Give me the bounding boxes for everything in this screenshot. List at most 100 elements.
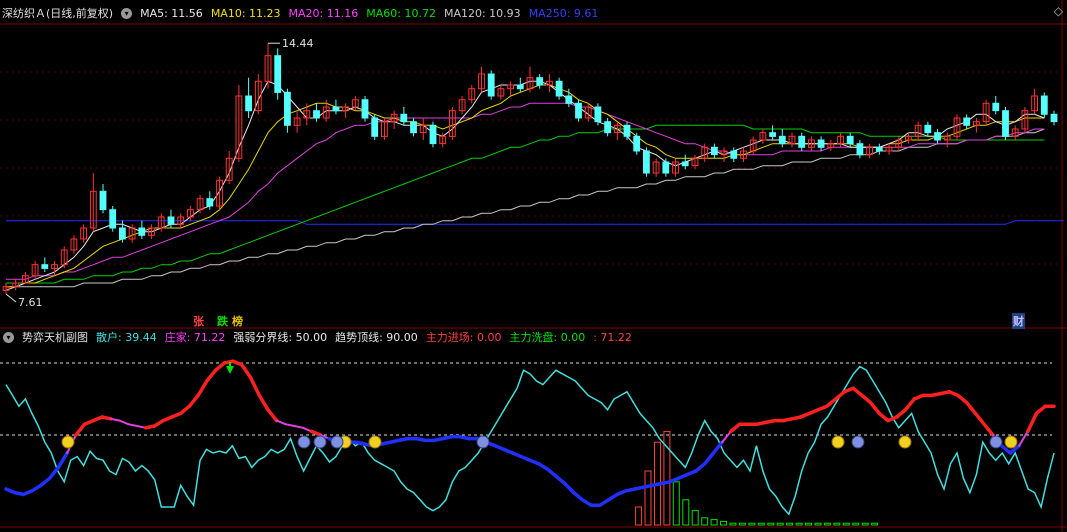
smile-icon — [1004, 435, 1018, 449]
main-chart-title: 深纺织Ａ(日线,前复权) — [2, 7, 114, 20]
indicator-bar — [738, 522, 746, 526]
candle-body — [711, 146, 718, 156]
event-tag-bang[interactable]: 榜 — [231, 313, 244, 329]
indicator-bar — [823, 522, 831, 526]
indicator-bar — [842, 522, 850, 526]
indicator-bar — [729, 522, 737, 526]
indicator-bar — [720, 520, 727, 526]
dealer-line-segment — [1026, 411, 1039, 434]
indicator-topline: 趋势顶线: 90.00 — [335, 331, 418, 344]
dealer-line-segment — [74, 422, 87, 437]
event-tag-cai[interactable]: 财 — [1012, 313, 1025, 329]
candle-body — [1040, 95, 1048, 115]
candle-body — [633, 135, 641, 152]
restore-icon[interactable]: ◇ — [1054, 4, 1063, 18]
frown-icon — [297, 435, 311, 449]
candle-body — [371, 117, 379, 137]
candle-body — [604, 121, 612, 134]
candle-body — [536, 77, 544, 86]
candle-body — [555, 80, 563, 97]
dealer-line-segment — [109, 417, 121, 422]
frown-icon — [851, 435, 865, 449]
dealer-line-segment — [100, 415, 113, 421]
candle-body — [565, 95, 573, 104]
candle-body — [400, 113, 408, 123]
candle-body — [730, 150, 738, 159]
smile-icon — [831, 435, 845, 449]
retail-line — [5, 365, 1055, 516]
dealer-line-segment — [47, 465, 61, 480]
indicator-bar — [852, 522, 860, 526]
dealer-line-segment — [293, 425, 304, 429]
candle-body — [1050, 113, 1058, 123]
frown-icon — [989, 435, 1003, 449]
indicator-washout: 主力洗盘: 0.00 — [509, 331, 586, 344]
candle-body — [778, 135, 786, 145]
ma20-line — [6, 102, 1045, 280]
frown-icon — [476, 435, 490, 449]
indicator-bar — [861, 522, 869, 526]
dealer-line-segment — [56, 451, 69, 470]
indicator-bar — [644, 470, 652, 526]
candle-body — [681, 161, 689, 167]
event-tag-zhang[interactable]: 张 — [192, 313, 205, 329]
ma60-label: MA60: 10.72 — [366, 6, 436, 20]
candle-body — [99, 190, 107, 211]
smile-icon — [898, 435, 912, 449]
candle-body — [332, 106, 340, 112]
candle-body — [594, 106, 602, 123]
frown-icon — [330, 435, 344, 449]
candle-body — [245, 95, 252, 112]
candle-body — [769, 132, 777, 137]
candle-body — [623, 124, 631, 137]
dealer-line-segment — [563, 481, 576, 495]
candle-body — [643, 150, 650, 174]
chevron-down-icon[interactable]: ▾ — [121, 7, 133, 19]
panel-controls: ◇ — [1054, 4, 1063, 18]
candle-body — [817, 139, 825, 148]
indicator-midline: 强弱分界线: 50.00 — [233, 331, 328, 344]
dealer-line-segment — [284, 423, 296, 427]
indicator-bar — [776, 522, 784, 526]
ma20-label: MA20: 11.16 — [288, 6, 359, 20]
indicator-bar — [786, 522, 794, 526]
dealer-line-segment — [711, 440, 724, 455]
dealer-line-segment — [266, 408, 279, 423]
indicator-bar — [833, 522, 841, 526]
candle-body — [875, 146, 883, 152]
low-price-pointer — [5, 293, 17, 303]
indicator-bar — [691, 510, 699, 526]
indicator-bar — [767, 522, 775, 526]
candle-body — [138, 227, 146, 236]
indicator-title: 势弈天机副图 — [22, 331, 88, 344]
dealer-line-segment — [702, 451, 716, 466]
dealer-line-segment — [275, 419, 287, 426]
dealer-line-segment — [868, 400, 882, 416]
candle-body — [167, 216, 175, 225]
indicator-bar — [805, 522, 812, 526]
indicator-retail: 散户: 39.44 — [96, 331, 157, 344]
indicator-bar — [814, 522, 822, 526]
ma10-line — [6, 84, 1045, 288]
candle-body — [410, 121, 417, 134]
candle-body — [41, 264, 49, 269]
dealer-line-segment — [903, 397, 917, 412]
indicator-bar — [710, 519, 718, 526]
candle-body — [1002, 110, 1009, 137]
ma250-label: MA250: 9.61 — [528, 6, 599, 20]
dealer-line-segment — [118, 419, 130, 426]
candle-body — [361, 99, 369, 119]
dealer-line-segment — [248, 375, 262, 398]
chevron-down-icon[interactable]: ▾ — [3, 331, 14, 343]
frown-icon — [313, 435, 327, 449]
event-tag-die[interactable]: 跌 — [216, 313, 229, 329]
high-price-label: 14.44 — [282, 37, 314, 50]
dealer-line-segment — [127, 423, 138, 427]
indicator-bar — [748, 522, 756, 526]
candle-body — [992, 102, 1000, 112]
dealer-line-segment — [964, 400, 978, 416]
kline-chart: 14.44 7.61 — [0, 0, 1067, 532]
indicator-bar — [635, 506, 643, 526]
dealer-line-segment — [982, 422, 995, 437]
indicator-legend: ▾ 势弈天机副图 散户: 39.44 庄家: 71.22 强弱分界线: 50.0… — [0, 328, 1067, 346]
